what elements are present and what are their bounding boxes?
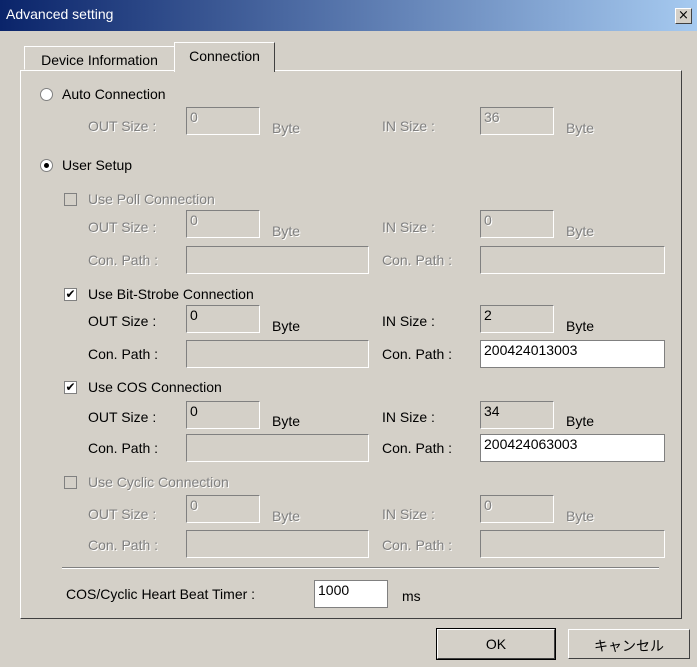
cos-out-size-field[interactable]: 0 [186,401,260,429]
cyclic-out-unit: Byte [272,508,301,524]
heartbeat-label: COS/Cyclic Heart Beat Timer : [66,586,256,602]
poll-in-size-field[interactable]: 0 [480,210,554,238]
use-cyclic-checkbox[interactable] [64,476,77,489]
use-cyclic-label: Use Cyclic Connection [88,474,229,490]
cos-out-path-field[interactable] [186,434,369,462]
cyclic-out-size-field[interactable]: 0 [186,495,260,523]
cos-in-size-label: IN Size : [382,409,435,425]
checkmark-icon: ✔ [65,380,76,394]
poll-in-unit: Byte [566,223,595,239]
window-title: Advanced setting [6,6,114,22]
auto-out-unit: Byte [272,120,301,136]
cos-in-path-field[interactable]: 200424063003 [480,434,665,462]
cyclic-out-path-field[interactable] [186,530,369,558]
cyclic-in-size-label: IN Size : [382,506,435,522]
use-cos-checkbox[interactable]: ✔ [64,381,77,394]
cos-out-path-label: Con. Path : [88,440,159,456]
user-setup-radio[interactable] [40,159,53,172]
cyclic-out-path-label: Con. Path : [88,537,159,553]
close-icon: × [678,8,689,23]
bitstrobe-out-path-field[interactable] [186,340,369,368]
auto-connection-label: Auto Connection [62,86,166,102]
cos-in-path-label: Con. Path : [382,440,453,456]
poll-out-size-label: OUT Size : [88,219,157,235]
bitstrobe-out-unit: Byte [272,318,301,334]
poll-in-path-field[interactable] [480,246,665,274]
poll-out-size-field[interactable]: 0 [186,210,260,238]
cos-in-size-field[interactable]: 34 [480,401,554,429]
auto-in-size-label: IN Size : [382,118,435,134]
bitstrobe-in-path-label: Con. Path : [382,346,453,362]
use-cos-label: Use COS Connection [88,379,222,395]
title-bar: Advanced setting × [0,0,697,31]
cancel-button[interactable]: キャンセル [568,629,690,659]
bitstrobe-in-path-field[interactable]: 200424013003 [480,340,665,368]
user-setup-label: User Setup [62,157,133,173]
auto-connection-radio[interactable] [40,88,53,101]
cyclic-in-size-field[interactable]: 0 [480,495,554,523]
cos-out-size-label: OUT Size : [88,409,157,425]
bitstrobe-out-size-label: OUT Size : [88,313,157,329]
divider [62,567,659,569]
use-bit-strobe-label: Use Bit-Strobe Connection [88,286,254,302]
poll-out-unit: Byte [272,223,301,239]
poll-out-path-field[interactable] [186,246,369,274]
use-poll-label: Use Poll Connection [88,191,215,207]
bitstrobe-out-size-field[interactable]: 0 [186,305,260,333]
bitstrobe-in-size-label: IN Size : [382,313,435,329]
tab-device-information[interactable]: Device Information [24,46,175,70]
bitstrobe-in-size-field[interactable]: 2 [480,305,554,333]
auto-in-size-field[interactable]: 36 [480,107,554,135]
checkmark-icon: ✔ [65,287,76,301]
ok-button[interactable]: OK [436,628,556,660]
heartbeat-timer-input[interactable]: 1000 [314,580,388,608]
auto-out-size-label: OUT Size : [88,118,157,134]
poll-in-path-label: Con. Path : [382,252,453,268]
bitstrobe-in-unit: Byte [566,318,595,334]
auto-out-size-field[interactable]: 0 [186,107,260,135]
cyclic-in-path-label: Con. Path : [382,537,453,553]
use-poll-checkbox[interactable] [64,193,77,206]
bitstrobe-out-path-label: Con. Path : [88,346,159,362]
cyclic-out-size-label: OUT Size : [88,506,157,522]
cos-in-unit: Byte [566,413,595,429]
tab-connection[interactable]: Connection [174,42,275,72]
close-button[interactable]: × [675,8,692,24]
poll-out-path-label: Con. Path : [88,252,159,268]
heartbeat-unit: ms [402,588,421,604]
cos-out-unit: Byte [272,413,301,429]
use-bit-strobe-checkbox[interactable]: ✔ [64,288,77,301]
cyclic-in-unit: Byte [566,508,595,524]
auto-in-unit: Byte [566,120,595,136]
poll-in-size-label: IN Size : [382,219,435,235]
cyclic-in-path-field[interactable] [480,530,665,558]
